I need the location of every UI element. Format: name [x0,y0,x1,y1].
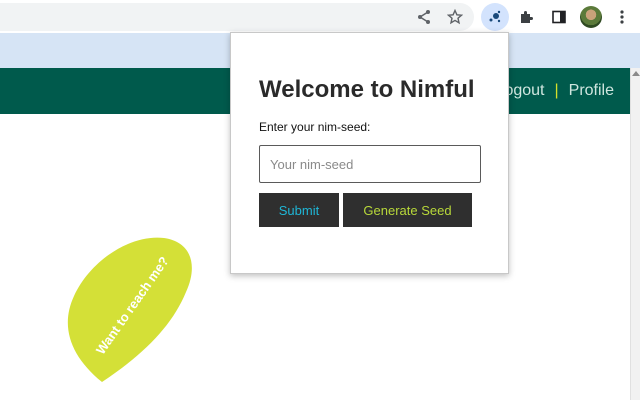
nim-seed-label: Enter your nim-seed: [259,120,371,134]
address-bar[interactable] [0,3,474,31]
extension-popup: Welcome to Nimful Enter your nim-seed: S… [230,32,509,274]
star-icon[interactable] [443,5,467,29]
popup-title: Welcome to Nimful [259,76,475,103]
avatar[interactable] [580,6,602,28]
scroll-up-arrow-icon[interactable] [632,71,640,76]
page-scrollbar[interactable] [630,68,640,400]
submit-button[interactable]: Submit [259,193,339,227]
nav-separator: | [554,82,559,99]
generate-seed-button[interactable]: Generate Seed [343,193,472,227]
puzzle-icon[interactable] [514,5,538,29]
nimful-extension-icon[interactable] [481,3,509,31]
contact-leaf[interactable]: Want to reach me? [60,236,198,386]
browser-toolbar [0,0,640,33]
side-panel-icon[interactable] [547,5,571,29]
profile-link[interactable]: Profile [569,82,614,100]
nim-seed-input[interactable] [259,145,481,183]
menu-icon[interactable] [610,5,634,29]
share-icon[interactable] [412,5,436,29]
header-nav: Logout | Profile [496,68,614,114]
